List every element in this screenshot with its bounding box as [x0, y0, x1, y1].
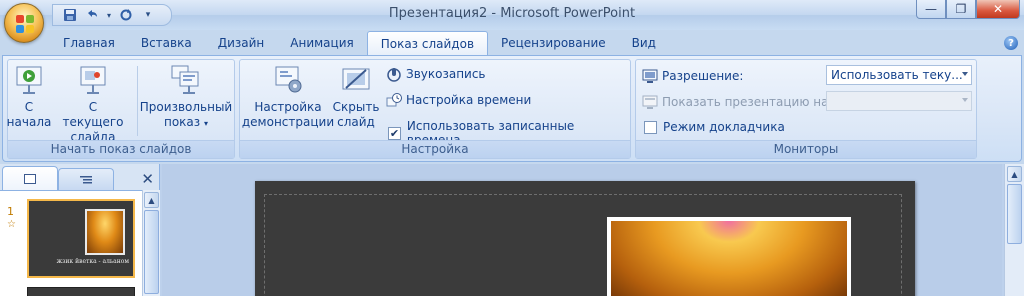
- from-beginning-label-2: начала: [6, 115, 52, 129]
- custom-show-label-1: Произвольный: [139, 100, 233, 114]
- animation-star-icon: ☆: [7, 219, 16, 230]
- custom-show-button[interactable]: Произвольный показ ▾: [140, 64, 232, 131]
- minimize-button[interactable]: —: [916, 0, 946, 19]
- slideshow-play-icon: [13, 64, 45, 96]
- show-on-dropdown[interactable]: [826, 91, 972, 111]
- group-separator: [137, 66, 138, 136]
- outline-tab-icon: [80, 175, 92, 183]
- record-narration-label: Звукозапись: [406, 67, 486, 81]
- rehearse-timings-button[interactable]: Настройка времени: [386, 92, 531, 108]
- monitors-group-label: Мониторы: [636, 140, 976, 158]
- scroll-up-icon[interactable]: ▲: [144, 192, 159, 208]
- ribbon-tabs: Главная Вставка Дизайн Анимация Показ сл…: [50, 31, 669, 55]
- setup-group-label: Настройка: [240, 140, 630, 158]
- from-beginning-label-1: С: [24, 100, 34, 114]
- dropdown-arrow-icon: [962, 72, 968, 76]
- hide-slide-button[interactable]: Скрыть слайд: [332, 64, 380, 130]
- slides-panel: ✕ 1 ☆ жзик йветка - альаном ▲: [0, 164, 160, 296]
- show-on-row: Показать презентацию на:: [642, 94, 833, 110]
- from-current-label-1: С текущего: [62, 100, 124, 129]
- current-slide[interactable]: [255, 181, 915, 296]
- monitors-group: Разрешение: Использовать теку... Показат…: [635, 59, 977, 159]
- start-slideshow-group: С начала С текущего слайда Произвольный …: [7, 59, 235, 159]
- from-beginning-button[interactable]: С начала: [7, 64, 51, 130]
- slide-thumbnail-2[interactable]: [27, 287, 135, 296]
- ribbon: С начала С текущего слайда Произвольный …: [2, 55, 1022, 162]
- office-logo-icon: [16, 15, 34, 33]
- workspace: ✕ 1 ☆ жзик йветка - альаном ▲ ▲: [0, 164, 1024, 296]
- tab-insert[interactable]: Вставка: [128, 31, 205, 55]
- setup-show-button[interactable]: Настройка демонстрации: [241, 64, 335, 130]
- thumbnail-list: 1 ☆ жзик йветка - альаном: [0, 190, 142, 296]
- slide-editor: [162, 164, 1002, 296]
- setup-show-icon: [272, 64, 304, 96]
- tab-slide-show[interactable]: Показ слайдов: [366, 31, 489, 55]
- slide-number: 1: [7, 205, 14, 218]
- scroll-up-icon[interactable]: ▲: [1007, 166, 1022, 182]
- slide-image-content: [611, 221, 847, 296]
- show-on-label: Показать презентацию на:: [662, 95, 833, 109]
- restore-button[interactable]: ❐: [946, 0, 976, 19]
- hide-slide-label-2: слайд: [337, 115, 375, 129]
- slides-tab[interactable]: [2, 166, 58, 190]
- custom-show-label-2: показ ▾: [164, 115, 208, 131]
- microphone-icon: [386, 66, 402, 82]
- office-button[interactable]: [4, 3, 44, 43]
- resolution-dropdown[interactable]: Использовать теку...: [826, 65, 972, 85]
- custom-show-label-text: показ: [163, 115, 201, 129]
- hide-slide-icon: [340, 64, 372, 96]
- start-slideshow-group-label: Начать показ слайдов: [8, 140, 234, 158]
- resolution-label: Разрешение:: [662, 69, 744, 83]
- slide-thumbnail-1[interactable]: жзик йветка - альаном: [27, 199, 135, 278]
- slideshow-current-icon: [77, 64, 109, 96]
- scrollbar-thumb[interactable]: [1007, 184, 1022, 244]
- resolution-value: Использовать теку...: [831, 68, 963, 82]
- thumbnail-caption: жзик йветка - альаном: [56, 258, 129, 265]
- tab-view[interactable]: Вид: [619, 31, 669, 55]
- tab-review[interactable]: Рецензирование: [488, 31, 619, 55]
- presenter-view-row[interactable]: Режим докладчика: [644, 120, 785, 134]
- rehearse-timings-icon: [386, 92, 402, 108]
- title-bar: ▾ ▾ Презентация2 - Microsoft PowerPoint …: [0, 0, 1024, 30]
- outline-tab[interactable]: [58, 168, 114, 190]
- hide-slide-label-1: Скрыть: [332, 100, 380, 114]
- resolution-row: Разрешение:: [642, 68, 743, 84]
- slides-tab-icon: [24, 173, 36, 184]
- scrollbar-thumb[interactable]: [144, 210, 159, 294]
- presenter-view-label: Режим докладчика: [663, 120, 785, 134]
- setup-group: Настройка демонстрации Скрыть слайд Звук…: [239, 59, 631, 159]
- from-current-button[interactable]: С текущего слайда: [58, 64, 128, 145]
- record-narration-button[interactable]: Звукозапись: [386, 66, 486, 82]
- window-title: Презентация2 - Microsoft PowerPoint: [388, 6, 636, 21]
- tab-design[interactable]: Дизайн: [205, 31, 278, 55]
- rehearse-timings-label: Настройка времени: [406, 93, 532, 107]
- custom-show-icon: [170, 64, 202, 96]
- close-panel-icon[interactable]: ✕: [141, 170, 154, 188]
- help-icon[interactable]: ?: [1004, 36, 1018, 50]
- monitor-resolution-icon: [642, 68, 658, 84]
- close-button[interactable]: ✕: [976, 0, 1020, 19]
- window-controls: — ❐ ✕: [916, 0, 1020, 19]
- panel-tabs: ✕: [0, 166, 160, 190]
- dropdown-arrow-icon: ▾: [203, 119, 208, 128]
- show-on-monitor-icon: [642, 94, 658, 110]
- thumbnails-scrollbar[interactable]: ▲: [142, 190, 160, 296]
- dropdown-arrow-icon: [962, 98, 968, 102]
- tab-home[interactable]: Главная: [50, 31, 128, 55]
- presenter-view-checkbox[interactable]: [644, 120, 657, 134]
- setup-show-label-2: демонстрации: [241, 115, 335, 129]
- editor-scrollbar[interactable]: ▲: [1004, 164, 1024, 296]
- thumbnail-image: [85, 209, 125, 255]
- use-timings-checkbox[interactable]: ✔: [388, 126, 401, 140]
- tab-animation[interactable]: Анимация: [277, 31, 366, 55]
- slide-image[interactable]: [607, 217, 851, 296]
- setup-show-label-1: Настройка: [254, 100, 322, 114]
